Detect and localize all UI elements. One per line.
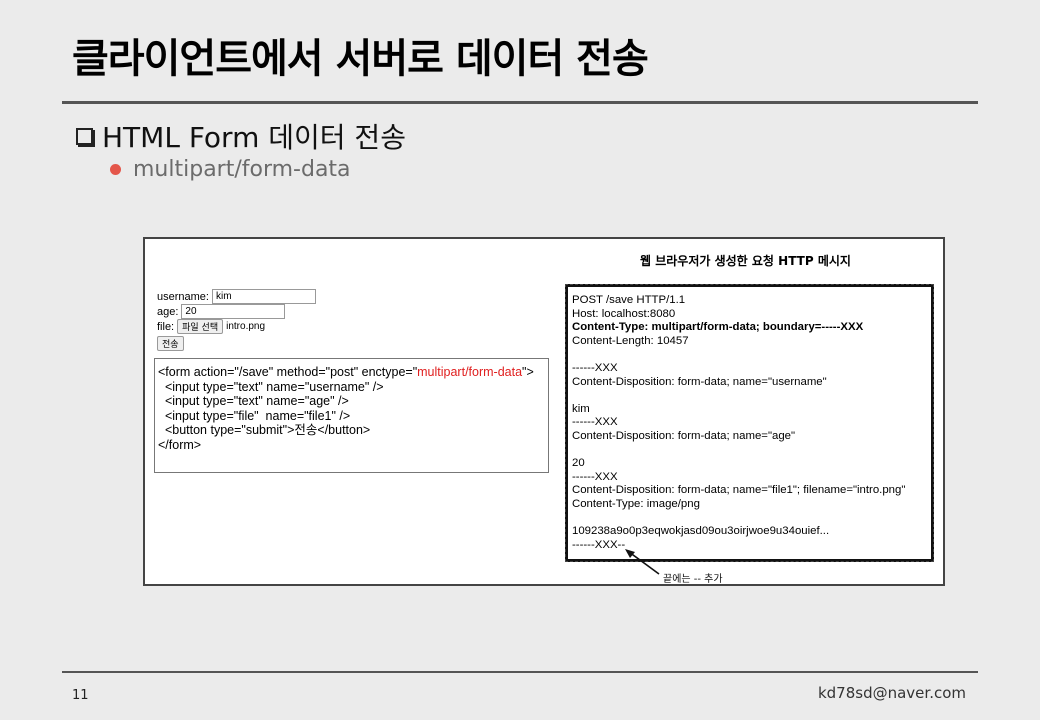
code-line-4: <input type="file" name="file1" /> bbox=[158, 408, 351, 423]
submit-row: 전송 bbox=[157, 336, 316, 351]
http-line: ------XXX bbox=[572, 361, 618, 374]
http-line: Content-Disposition: form-data; name="us… bbox=[572, 375, 827, 388]
bullet-dot-icon bbox=[110, 164, 121, 175]
code-line-2: <input type="text" name="username" /> bbox=[158, 379, 384, 394]
http-line: Content-Disposition: form-data; name="fi… bbox=[572, 484, 906, 497]
title-divider bbox=[62, 101, 978, 104]
http-line bbox=[572, 348, 927, 362]
http-line bbox=[572, 389, 927, 403]
http-line: 20 bbox=[572, 457, 585, 470]
file-row: file: 파일 선택 intro.png bbox=[157, 319, 316, 334]
http-line: 109238a9o0p3eqwokjasd09ou3oirjwoe9u34oui… bbox=[572, 525, 830, 538]
http-line: Host: localhost:8080 bbox=[572, 307, 676, 320]
file-label: file: bbox=[157, 320, 175, 333]
form-code-box: <form action="/save" method="post" encty… bbox=[154, 358, 549, 473]
age-label: age: bbox=[157, 305, 179, 318]
http-line: Content-Type: multipart/form-data; bound… bbox=[572, 321, 864, 334]
http-line bbox=[572, 512, 927, 526]
bullet-item: multipart/form-data bbox=[110, 157, 351, 182]
http-line: ------XXX bbox=[572, 470, 618, 483]
code-line-1-pre: <form action="/save" method="post" encty… bbox=[158, 365, 418, 379]
form-demo: username: kim age: 20 file: 파일 선택 intro.… bbox=[157, 289, 316, 351]
http-line bbox=[572, 444, 927, 458]
file-name: intro.png bbox=[226, 321, 266, 332]
username-input[interactable]: kim bbox=[211, 289, 316, 304]
http-line: Content-Disposition: form-data; name="ag… bbox=[572, 429, 796, 442]
age-input[interactable]: 20 bbox=[181, 304, 286, 319]
bullet-text: multipart/form-data bbox=[133, 157, 351, 182]
footer-divider bbox=[62, 671, 978, 673]
http-line: Content-Length: 10457 bbox=[572, 334, 689, 347]
section-heading: HTML Form 데이터 전송 bbox=[76, 116, 406, 156]
username-label: username: bbox=[157, 290, 209, 303]
http-line: Content-Type: image/png bbox=[572, 497, 700, 510]
section-heading-text: HTML Form 데이터 전송 bbox=[102, 121, 406, 154]
http-line: ------XXX bbox=[572, 416, 618, 429]
author-email: kd78sd@naver.com bbox=[817, 684, 966, 702]
http-caption: 웹 브라우저가 생성한 요청 HTTP 메시지 bbox=[640, 254, 851, 268]
code-enctype-highlight: multipart/form-data bbox=[417, 365, 523, 379]
page-number: 11 bbox=[72, 688, 89, 703]
http-line: kim bbox=[572, 402, 590, 415]
username-row: username: kim bbox=[157, 289, 316, 304]
submit-button[interactable]: 전송 bbox=[157, 336, 184, 351]
slide-title: 클라이언트에서 서버로 데이터 전송 bbox=[72, 36, 649, 82]
code-line-3: <input type="text" name="age" /> bbox=[158, 394, 349, 408]
code-line-5: <button type="submit">전송</button> bbox=[158, 423, 371, 437]
diagram-figure: username: kim age: 20 file: 파일 선택 intro.… bbox=[143, 237, 945, 586]
file-select-button[interactable]: 파일 선택 bbox=[177, 319, 224, 334]
checkbox-square-icon bbox=[76, 127, 95, 147]
http-line: POST /save HTTP/1.1 bbox=[572, 294, 686, 306]
age-row: age: 20 bbox=[157, 304, 316, 319]
http-message-box: POST /save HTTP/1.1 Host: localhost:8080 C… bbox=[565, 284, 934, 562]
code-line-1-post: "> bbox=[522, 365, 534, 379]
annotation-text: 끝에는 -- 추가 bbox=[663, 574, 723, 585]
code-line-6: </form> bbox=[158, 437, 202, 452]
